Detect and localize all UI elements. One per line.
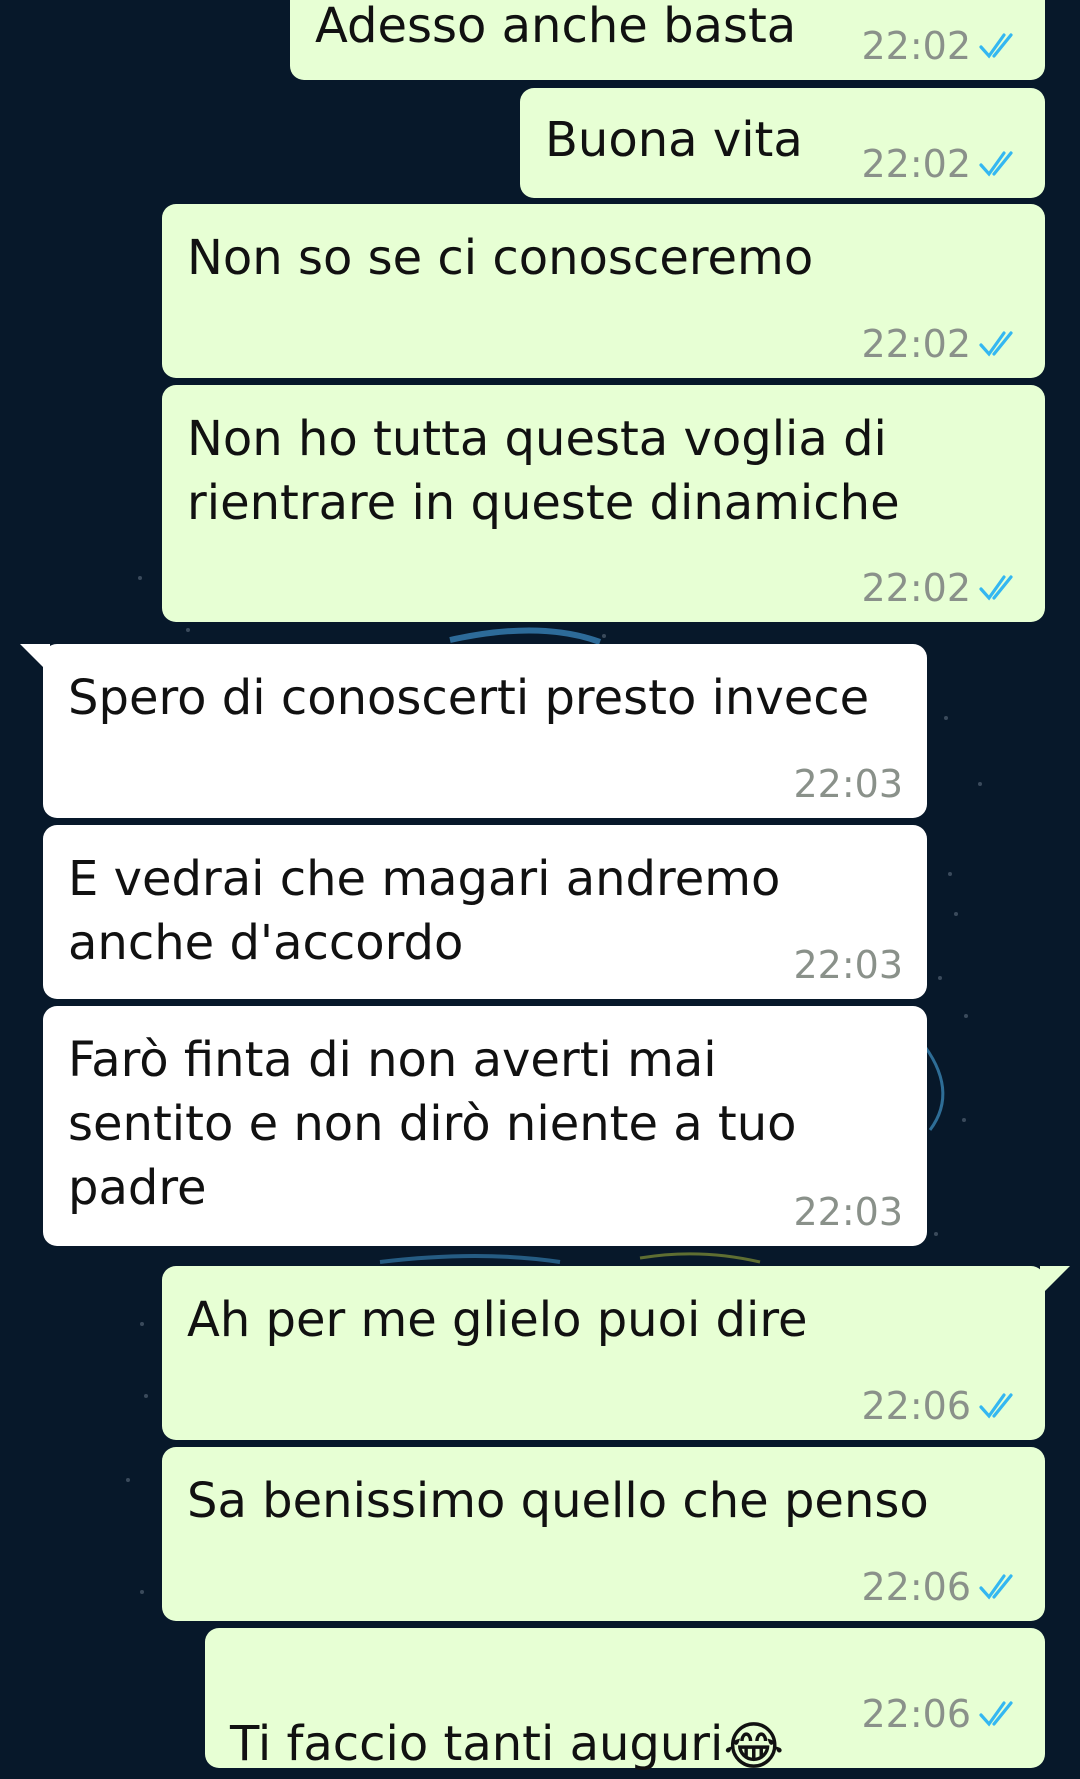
message-time: 22:02 xyxy=(861,142,971,186)
message-bubble-outgoing[interactable]: Non ho tutta questa voglia di rientrare … xyxy=(162,385,1045,622)
message-text: Ah per me glielo puoi dire xyxy=(187,1292,808,1348)
message-bubble-incoming[interactable]: E vedrai che magari andremo anche d'acco… xyxy=(43,825,927,999)
message-meta: 22:02 xyxy=(861,320,1021,368)
message-bubble-outgoing[interactable]: Sa benissimo quello che penso 22:06 xyxy=(162,1447,1045,1621)
message-text: Non ho tutta questa voglia di rientrare … xyxy=(187,411,900,531)
message-time: 22:06 xyxy=(861,1384,971,1428)
double-check-icon xyxy=(979,575,1013,601)
message-text-content: Ti faccio tanti auguri xyxy=(230,1716,724,1772)
double-check-icon xyxy=(979,1701,1013,1727)
message-meta: 22:02 xyxy=(861,22,1021,70)
message-time: 22:06 xyxy=(861,1565,971,1609)
message-text: E vedrai che magari andremo anche d'acco… xyxy=(68,851,781,971)
message-bubble-incoming[interactable]: Spero di conoscerti presto invece 22:03 xyxy=(43,644,927,818)
message-time: 22:06 xyxy=(861,1692,971,1736)
message-time: 22:03 xyxy=(793,1190,903,1234)
message-time: 22:03 xyxy=(793,943,903,987)
double-check-icon xyxy=(979,1574,1013,1600)
message-bubble-outgoing[interactable]: Buona vita 22:02 xyxy=(520,88,1045,198)
message-time: 22:02 xyxy=(861,322,971,366)
double-check-icon xyxy=(979,151,1013,177)
message-time: 22:03 xyxy=(793,762,903,806)
message-text: Ti faccio tanti auguri😂 xyxy=(230,1648,784,1779)
message-text: Non so se ci conosceremo xyxy=(187,230,814,286)
message-time: 22:02 xyxy=(861,566,971,610)
message-bubble-outgoing[interactable]: Adesso anche basta 22:02 xyxy=(290,0,1045,80)
message-meta: 22:03 xyxy=(793,760,903,808)
message-bubble-outgoing[interactable]: Non so se ci conosceremo 22:02 xyxy=(162,204,1045,378)
message-meta: 22:02 xyxy=(861,140,1021,188)
chat-message-list[interactable]: Adesso anche basta 22:02 Buona vita 22:0… xyxy=(0,0,1080,1777)
message-meta: 22:02 xyxy=(861,564,1021,612)
message-meta: 22:03 xyxy=(793,941,903,989)
message-text: Spero di conoscerti presto invece xyxy=(68,670,870,726)
message-meta: 22:03 xyxy=(793,1188,903,1236)
message-bubble-outgoing[interactable]: Ti faccio tanti auguri😂 22:06 xyxy=(205,1628,1045,1777)
double-check-icon xyxy=(979,331,1013,357)
double-check-icon xyxy=(979,33,1013,59)
message-meta: 22:06 xyxy=(861,1563,1021,1611)
tears-of-joy-emoji-icon: 😂 xyxy=(723,1717,785,1777)
message-bubble-incoming[interactable]: Farò finta di non averti mai sentito e n… xyxy=(43,1006,927,1246)
message-meta: 22:06 xyxy=(861,1382,1021,1430)
message-text: Buona vita xyxy=(545,112,803,168)
double-check-icon xyxy=(979,1393,1013,1419)
message-text: Farò finta di non averti mai sentito e n… xyxy=(68,1032,797,1216)
message-time: 22:02 xyxy=(861,24,971,68)
message-bubble-outgoing[interactable]: Ah per me glielo puoi dire 22:06 xyxy=(162,1266,1045,1440)
message-meta: 22:06 xyxy=(861,1690,1021,1738)
message-text: Adesso anche basta xyxy=(315,0,797,54)
message-text: Sa benissimo quello che penso xyxy=(187,1473,929,1529)
